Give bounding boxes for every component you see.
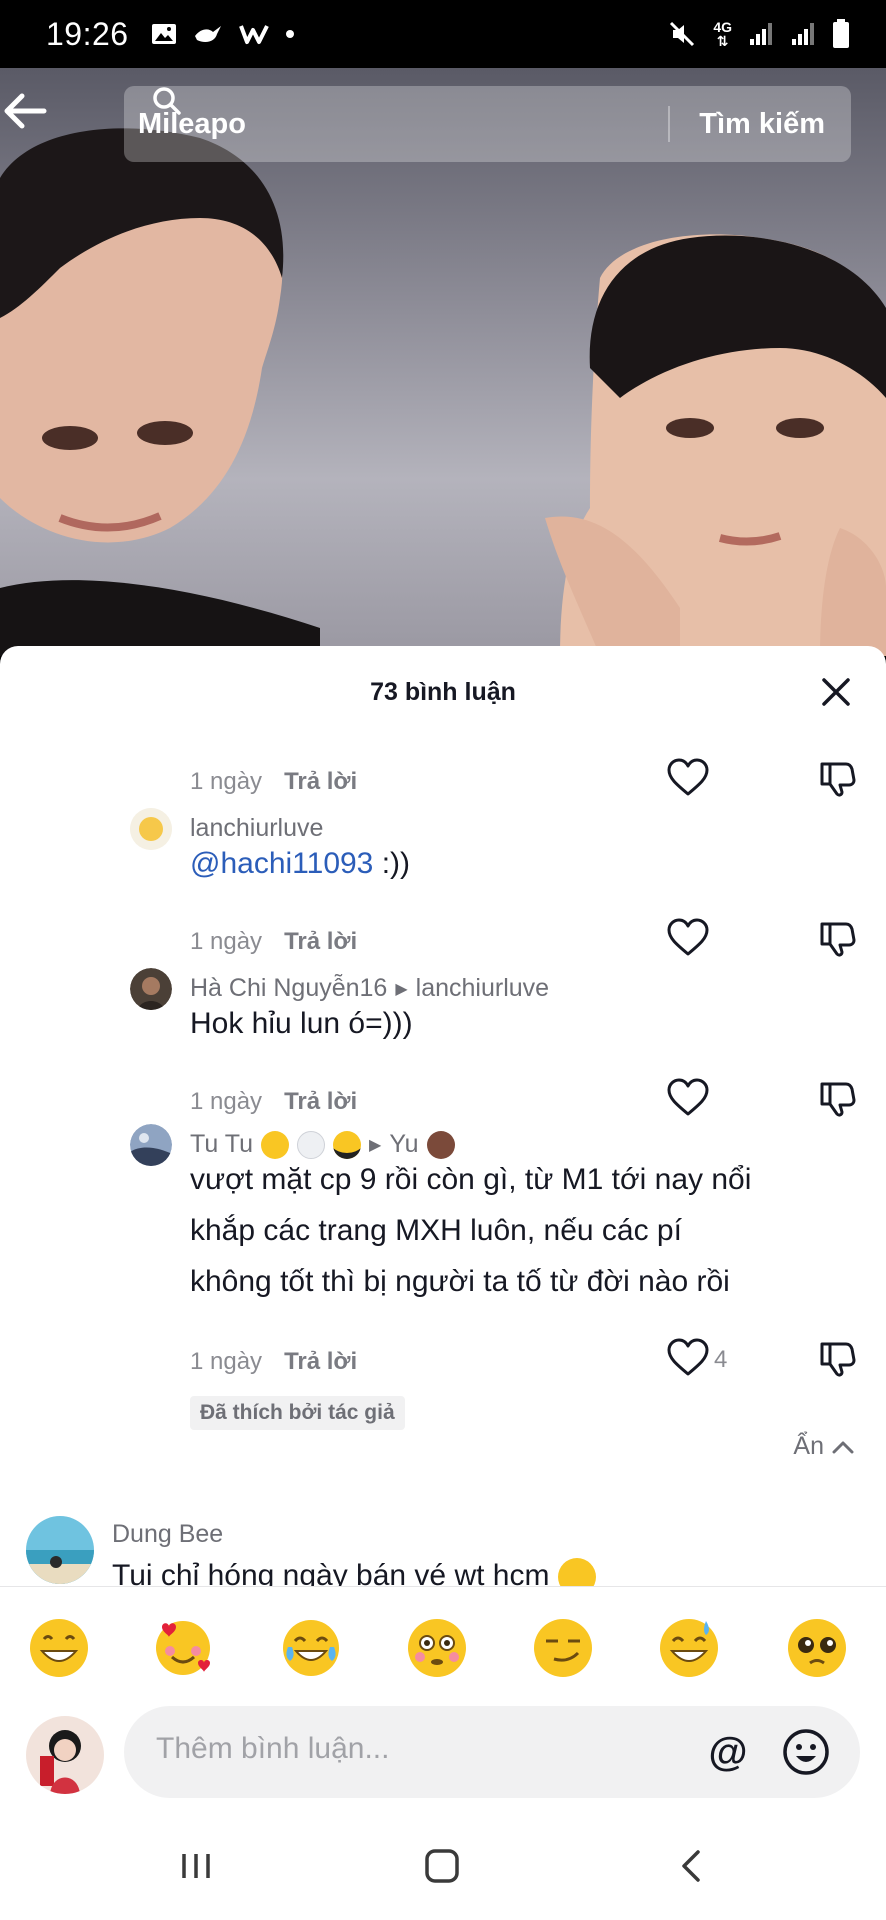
dislike-icon[interactable] <box>818 1080 856 1118</box>
signal-icon <box>750 23 772 45</box>
reply-time: 1 ngày <box>190 768 263 795</box>
avatar-image <box>130 808 172 850</box>
heart-icon[interactable] <box>666 1078 710 1118</box>
close-icon[interactable] <box>816 672 856 712</box>
search-button[interactable]: Tìm kiếm <box>699 86 825 162</box>
dislike-icon[interactable] <box>818 920 856 958</box>
signal-icon <box>792 23 814 45</box>
search-field[interactable]: Mileapo Tìm kiếm <box>124 86 851 162</box>
dot-icon <box>285 30 294 38</box>
sheet-header: 73 bình luận <box>0 646 886 740</box>
home-icon[interactable] <box>422 1846 462 1886</box>
smirk-emoji-icon[interactable] <box>532 1617 594 1679</box>
status-bar: 19:26 4G ⇅ <box>0 0 886 68</box>
heart-icon[interactable] <box>666 758 710 798</box>
comment-text: @hachi11093 :)) <box>190 847 411 880</box>
reply-time: 1 ngày <box>190 928 263 955</box>
video-frame[interactable]: Mileapo Tìm kiếm <box>0 68 886 656</box>
reply-time: 1 ngày <box>190 1088 263 1115</box>
search-icon <box>153 87 181 115</box>
emoji-picker-icon[interactable] <box>782 1728 830 1776</box>
comment-text: Hok hỉu lun ó=))) <box>190 1007 413 1040</box>
avatar[interactable] <box>130 808 172 850</box>
comment-input-placeholder: Thêm bình luận... <box>156 1732 390 1765</box>
android-nav-bar <box>0 1810 886 1920</box>
grinning-emoji-icon[interactable] <box>28 1617 90 1679</box>
reply-meta: 1 ngày Trả lời <box>190 1348 357 1376</box>
avatar-image <box>26 1516 94 1584</box>
sweat-smile-emoji-icon[interactable] <box>658 1617 720 1679</box>
w-app-icon <box>238 25 269 44</box>
status-time: 19:26 <box>46 15 129 52</box>
bird-icon <box>194 26 221 42</box>
reply-arrow-icon: ▶ <box>395 980 408 998</box>
avatar-image <box>26 1716 104 1794</box>
avatar[interactable] <box>130 968 172 1010</box>
comment-username[interactable]: Dung Bee <box>112 1520 223 1549</box>
dislike-icon[interactable] <box>818 760 856 798</box>
avatar-image <box>130 1124 172 1166</box>
pleading-emoji-icon[interactable] <box>786 1617 848 1679</box>
image-icon <box>151 24 176 44</box>
hide-replies-button[interactable]: Ẩn <box>793 1432 854 1461</box>
status-notification-icons <box>151 22 295 46</box>
reply-arrow-icon: ▶ <box>369 1136 382 1154</box>
emoji-quick-bar <box>0 1586 886 1706</box>
comment-input[interactable]: Thêm bình luận... @ <box>124 1706 860 1798</box>
flushed-emoji-icon[interactable] <box>406 1617 468 1679</box>
mention-link[interactable]: @hachi11093 <box>190 847 373 880</box>
chevron-up-icon <box>832 1441 854 1453</box>
reply-button[interactable]: Trả lời <box>284 768 357 796</box>
comment-text-line: khắp các trang MXH luôn, nếu các pí <box>190 1214 682 1247</box>
reply-time: 1 ngày <box>190 1348 263 1375</box>
liked-by-author-badge: Đã thích bởi tác giả <box>190 1396 405 1430</box>
comment-text-line: không tốt thì bị người ta tố từ đời nào … <box>190 1265 730 1298</box>
comment-count-title: 73 bình luận <box>370 678 516 706</box>
search-divider <box>668 106 670 142</box>
battery-icon <box>833 19 849 48</box>
network-type: 4G ⇅ <box>713 19 732 49</box>
avatar-image <box>130 968 172 1010</box>
avatar[interactable] <box>130 1124 172 1166</box>
comment-input-row: Thêm bình luận... @ <box>0 1706 886 1810</box>
like-count: 4 <box>714 1346 728 1373</box>
nav-back-icon[interactable] <box>672 1846 712 1886</box>
mention-at-icon[interactable]: @ <box>706 1730 750 1774</box>
dislike-icon[interactable] <box>818 1340 856 1378</box>
reply-meta: 1 ngày Trả lời <box>190 1088 357 1116</box>
back-arrow-icon[interactable] <box>0 86 50 136</box>
reply-meta: 1 ngày Trả lời <box>190 928 357 956</box>
comments-sheet: 73 bình luận 1 ngày Trả lời lanchiurluve… <box>0 646 886 1920</box>
avatar[interactable] <box>26 1516 94 1584</box>
heart-icon[interactable] <box>666 918 710 958</box>
smiling-hearts-emoji-icon[interactable] <box>152 1617 214 1679</box>
heart-icon[interactable] <box>666 1338 710 1378</box>
reply-meta: 1 ngày Trả lời <box>190 768 357 796</box>
reply-button[interactable]: Trả lời <box>284 1088 357 1116</box>
status-system-icons: 4G ⇅ <box>667 19 850 49</box>
recent-apps-icon[interactable] <box>176 1846 216 1886</box>
search-top-bar: Mileapo Tìm kiếm <box>0 86 886 162</box>
reply-button[interactable]: Trả lời <box>284 1348 357 1376</box>
my-avatar[interactable] <box>26 1716 104 1794</box>
reply-to-username[interactable]: lanchiurluve <box>416 974 549 1003</box>
comment-list[interactable]: 1 ngày Trả lời lanchiurluve @hachi11093 … <box>0 740 886 1680</box>
reply-button[interactable]: Trả lời <box>284 928 357 956</box>
tears-of-joy-emoji-icon[interactable] <box>280 1617 342 1679</box>
mute-icon <box>670 21 695 47</box>
comment-text-line: vượt mặt cp 9 rồi còn gì, từ M1 tới nay … <box>190 1163 752 1196</box>
